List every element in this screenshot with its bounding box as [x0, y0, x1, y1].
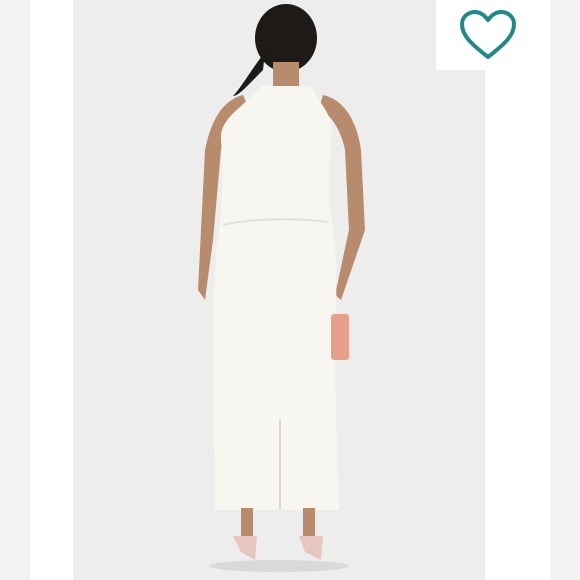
product-photo[interactable]: [73, 0, 485, 580]
white-dress: [213, 86, 339, 510]
left-blurred-edge: [0, 0, 30, 580]
left-leg: [241, 508, 253, 538]
model-illustration: [198, 4, 365, 572]
floor-shadow: [209, 560, 349, 572]
heart-outline-icon[interactable]: [458, 9, 518, 61]
clutch-bag: [331, 314, 349, 360]
right-leg: [303, 508, 315, 538]
left-shoe: [233, 536, 257, 560]
right-blurred-edge: [550, 0, 580, 580]
head-hair: [255, 4, 317, 72]
listing-image-frame: [0, 0, 580, 580]
right-shoe: [299, 536, 323, 560]
like-button[interactable]: [436, 0, 540, 70]
